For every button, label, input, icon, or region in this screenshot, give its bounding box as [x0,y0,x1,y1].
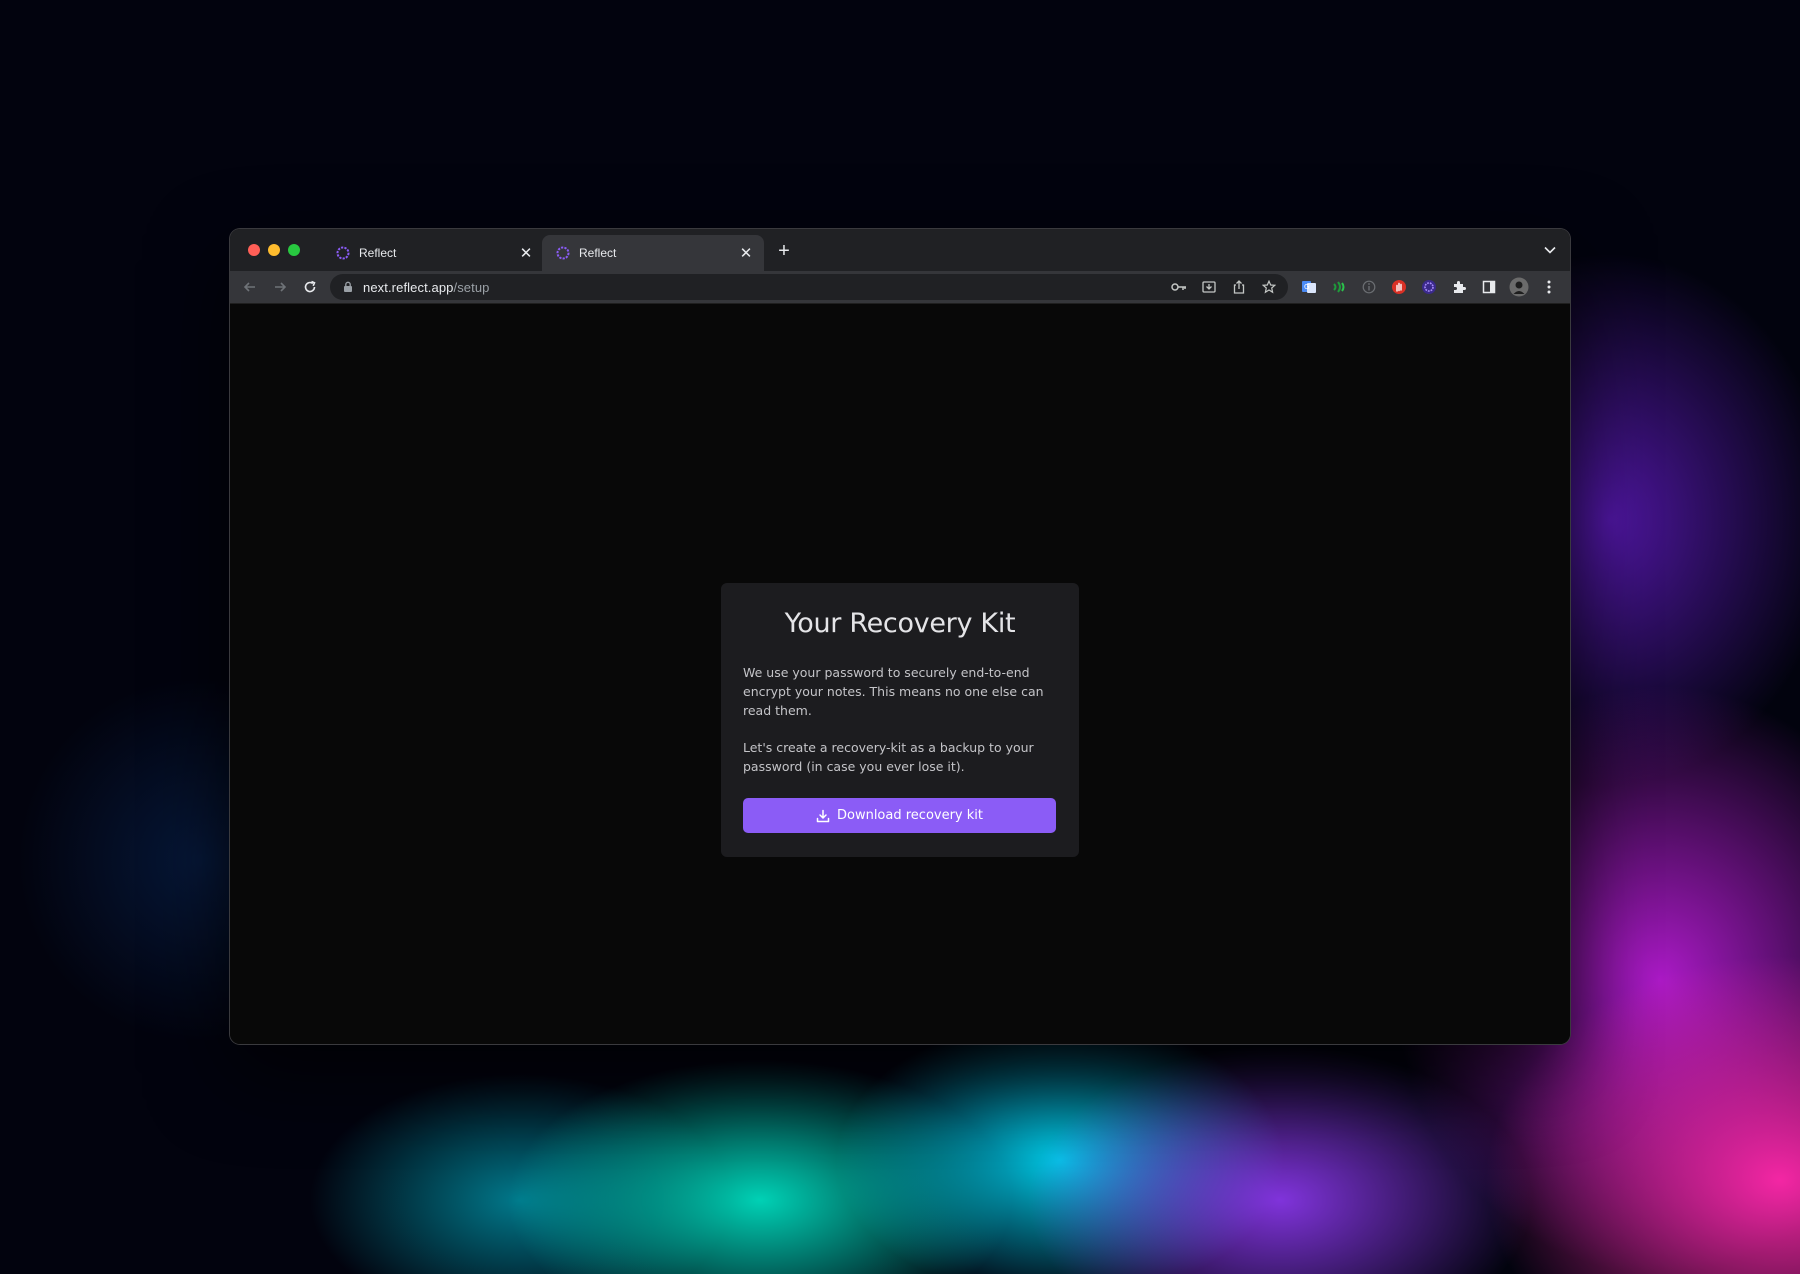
back-arrow-icon[interactable] [239,276,261,298]
menu-kebab-icon[interactable] [1538,277,1560,297]
tab-title: Reflect [579,246,617,260]
address-bar-actions [1168,277,1280,297]
recovery-kit-card: Your Recovery Kit We use your password t… [721,583,1079,857]
tab-title: Reflect [359,246,397,260]
download-recovery-kit-button[interactable]: Download recovery kit [743,798,1056,833]
info-extension-icon[interactable] [1358,277,1380,297]
page-title: Your Recovery Kit [784,608,1016,639]
url-host: next.reflect.app [363,279,454,295]
tab-reflect-2[interactable]: Reflect ✕ [542,235,764,271]
tab-strip: Reflect ✕ Reflect ✕ + [230,229,1570,271]
close-window-button[interactable] [248,244,260,256]
window-controls [248,244,300,256]
close-tab-icon[interactable]: ✕ [518,245,534,262]
bookmark-star-icon[interactable] [1258,277,1280,297]
page-content: Your Recovery Kit We use your password t… [230,304,1570,1044]
extensions-area: G [1298,277,1560,297]
recovery-kit-description: Let's create a recovery-kit as a backup … [743,740,1034,774]
encryption-description: We use your password to securely end-to-… [743,665,1044,718]
share-icon[interactable] [1228,277,1250,297]
close-tab-icon[interactable]: ✕ [738,245,754,262]
install-icon[interactable] [1198,277,1220,297]
reflect-favicon-icon [336,246,350,260]
puzzle-extensions-icon[interactable] [1448,277,1470,297]
browser-window: Reflect ✕ Reflect ✕ + next.reflect.app/s… [230,229,1570,1044]
minimize-window-button[interactable] [268,244,280,256]
new-tab-button[interactable]: + [772,239,796,263]
tab-reflect-1[interactable]: Reflect ✕ [322,235,544,271]
download-button-label: Download recovery kit [836,808,983,823]
url-path: /setup [453,279,490,295]
lock-icon[interactable] [342,281,354,293]
download-icon [816,809,830,823]
side-panel-icon[interactable] [1478,277,1500,297]
forward-arrow-icon[interactable] [269,276,291,298]
key-icon[interactable] [1168,277,1190,297]
reload-icon[interactable] [299,276,321,298]
tab-search-chevron-icon[interactable] [1540,240,1560,260]
zoom-window-button[interactable] [288,244,300,256]
profile-avatar[interactable] [1508,277,1530,297]
svg-text:G: G [1304,283,1309,291]
translate-extension-icon[interactable]: G [1298,277,1320,297]
green-extension-icon[interactable] [1328,277,1350,297]
address-bar[interactable]: next.reflect.app/setup [330,274,1288,300]
url-text: next.reflect.app/setup [363,280,490,295]
browser-toolbar: next.reflect.app/setup G [230,271,1570,304]
reflect-extension-icon[interactable] [1418,277,1440,297]
red-hand-extension-icon[interactable] [1388,277,1410,297]
reflect-favicon-icon [556,246,570,260]
